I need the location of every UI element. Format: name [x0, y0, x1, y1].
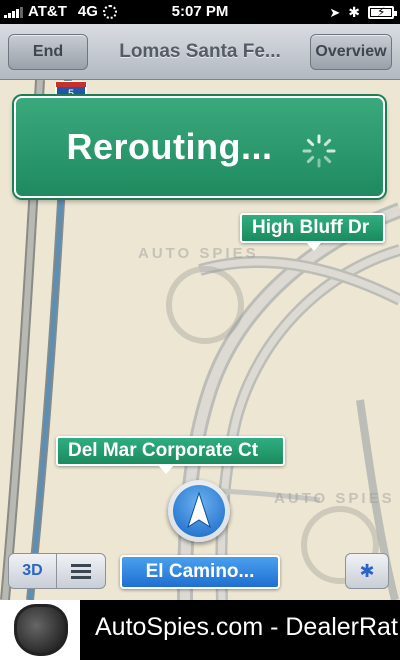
current-street-label[interactable]: El Camino... — [120, 555, 280, 589]
street-label-del-mar: Del Mar Corporate Ct — [56, 436, 285, 474]
street-label-high-bluff: High Bluff Dr — [240, 213, 385, 251]
rerouting-text: Rerouting... — [66, 126, 273, 167]
rerouting-banner: Rerouting... — [14, 96, 385, 198]
footer-banner: AutoSpies.com - DealerRat — [0, 600, 400, 660]
street-label-text: High Bluff Dr — [252, 217, 370, 238]
battery-icon: ⚡ — [368, 5, 397, 19]
status-bar: AT&T 4G 5:07 PM ➤ ✱ ⚡ — [0, 0, 400, 24]
3d-toggle-button[interactable]: 3D — [9, 554, 58, 588]
watermark: AUTO SPIES — [138, 245, 259, 262]
street-label-text: Del Mar Corporate Ct — [68, 440, 259, 461]
footer-text: AutoSpies.com - DealerRat — [95, 613, 398, 641]
navigation-arrow-icon — [187, 491, 211, 529]
end-button[interactable]: End — [8, 34, 88, 70]
audio-output-button[interactable]: ✱ — [345, 553, 389, 589]
directions-list-button[interactable] — [57, 554, 105, 588]
overview-button[interactable]: Overview — [310, 34, 392, 70]
location-services-icon: ➤ — [329, 4, 341, 20]
destination-title: Lomas Santa Fe... — [119, 41, 281, 62]
list-icon — [71, 563, 91, 579]
loading-spinner-icon — [302, 134, 336, 168]
watermark: AUTO SPIES — [274, 490, 395, 507]
bluetooth-icon: ✱ — [348, 4, 360, 20]
current-location-marker — [168, 480, 230, 542]
autospies-logo — [0, 600, 80, 660]
navigation-bar: End Lomas Santa Fe... Overview — [0, 24, 400, 80]
map-view-controls: 3D — [8, 553, 106, 589]
bluetooth-icon: ✱ — [359, 561, 375, 581]
